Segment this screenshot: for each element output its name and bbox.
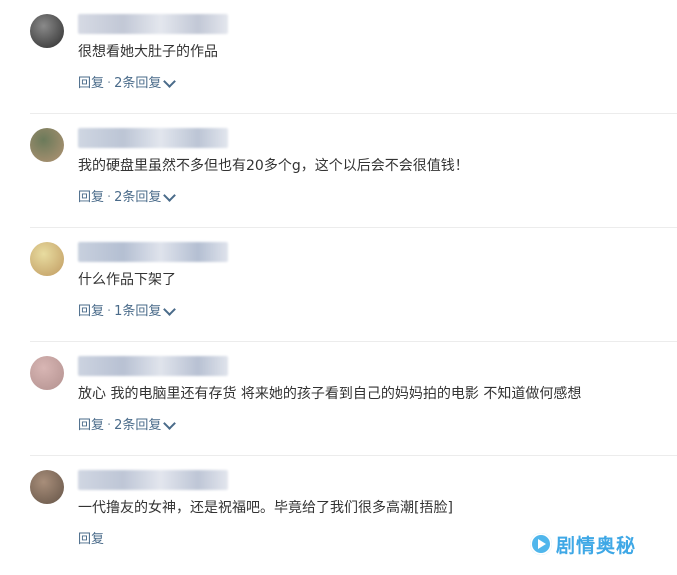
comment-actions: 回复 · 2条回复 <box>78 416 177 437</box>
username-blurred[interactable] <box>78 14 228 34</box>
username-blurred[interactable] <box>78 356 228 376</box>
comment-item: 很想看她大肚子的作品 回复 · 2条回复 <box>0 0 677 114</box>
view-replies-button[interactable]: 2条回复 <box>114 416 177 437</box>
comment-text: 我的硬盘里虽然不多但也有20多个g，这个以后会不会很值钱！ <box>78 158 469 174</box>
comment-text: 一代撸友的女神，还是祝福吧。毕竟给了我们很多高潮[捂脸] <box>78 500 453 516</box>
view-replies-button[interactable]: 2条回复 <box>114 188 177 209</box>
reply-button[interactable]: 回复 <box>78 74 104 94</box>
comment-actions: 回复 · 2条回复 <box>78 74 177 95</box>
avatar[interactable] <box>30 242 64 276</box>
comment-item: 放心 我的电脑里还有存货 将来她的孩子看到自己的妈妈拍的电影 不知道做何感想 回… <box>0 342 677 456</box>
reply-button[interactable]: 回复 <box>78 416 104 436</box>
view-replies-button[interactable]: 2条回复 <box>114 74 177 95</box>
replies-count-label: 1条回复 <box>114 304 162 319</box>
replies-count-label: 2条回复 <box>114 76 162 91</box>
chevron-down-icon <box>163 302 177 316</box>
comment-actions: 回复 · 2条回复 <box>78 188 177 209</box>
view-replies-button[interactable]: 1条回复 <box>114 302 177 323</box>
username-blurred[interactable] <box>78 470 228 490</box>
avatar[interactable] <box>30 128 64 162</box>
replies-count-label: 2条回复 <box>114 190 162 205</box>
comment-actions: 回复 <box>78 530 104 551</box>
comment-text: 很想看她大肚子的作品 <box>78 44 218 60</box>
username-blurred[interactable] <box>78 242 228 262</box>
separator-dot: · <box>107 76 112 92</box>
replies-count-label: 2条回复 <box>114 418 162 433</box>
avatar[interactable] <box>30 470 64 504</box>
chevron-down-icon <box>163 188 177 202</box>
separator-dot: · <box>107 304 112 320</box>
comment-item: 什么作品下架了 回复 · 1条回复 <box>0 228 677 342</box>
comment-actions: 回复 · 1条回复 <box>78 302 177 323</box>
avatar[interactable] <box>30 356 64 390</box>
separator-dot: · <box>107 418 112 434</box>
username-blurred[interactable] <box>78 128 228 148</box>
separator-dot: · <box>107 190 112 206</box>
chevron-down-icon <box>163 74 177 88</box>
reply-button[interactable]: 回复 <box>78 302 104 322</box>
watermark-text: 剧情奥秘 <box>556 534 637 557</box>
play-logo-icon <box>530 533 552 555</box>
comment-text: 放心 我的电脑里还有存货 将来她的孩子看到自己的妈妈拍的电影 不知道做何感想 <box>78 386 582 402</box>
comment-text: 什么作品下架了 <box>78 272 176 288</box>
comment-item: 我的硬盘里虽然不多但也有20多个g，这个以后会不会很值钱！ 回复 · 2条回复 <box>0 114 677 228</box>
avatar[interactable] <box>30 14 64 48</box>
reply-button[interactable]: 回复 <box>78 530 104 550</box>
chevron-down-icon <box>163 416 177 430</box>
reply-button[interactable]: 回复 <box>78 188 104 208</box>
watermark: 剧情奥秘 <box>530 527 636 561</box>
